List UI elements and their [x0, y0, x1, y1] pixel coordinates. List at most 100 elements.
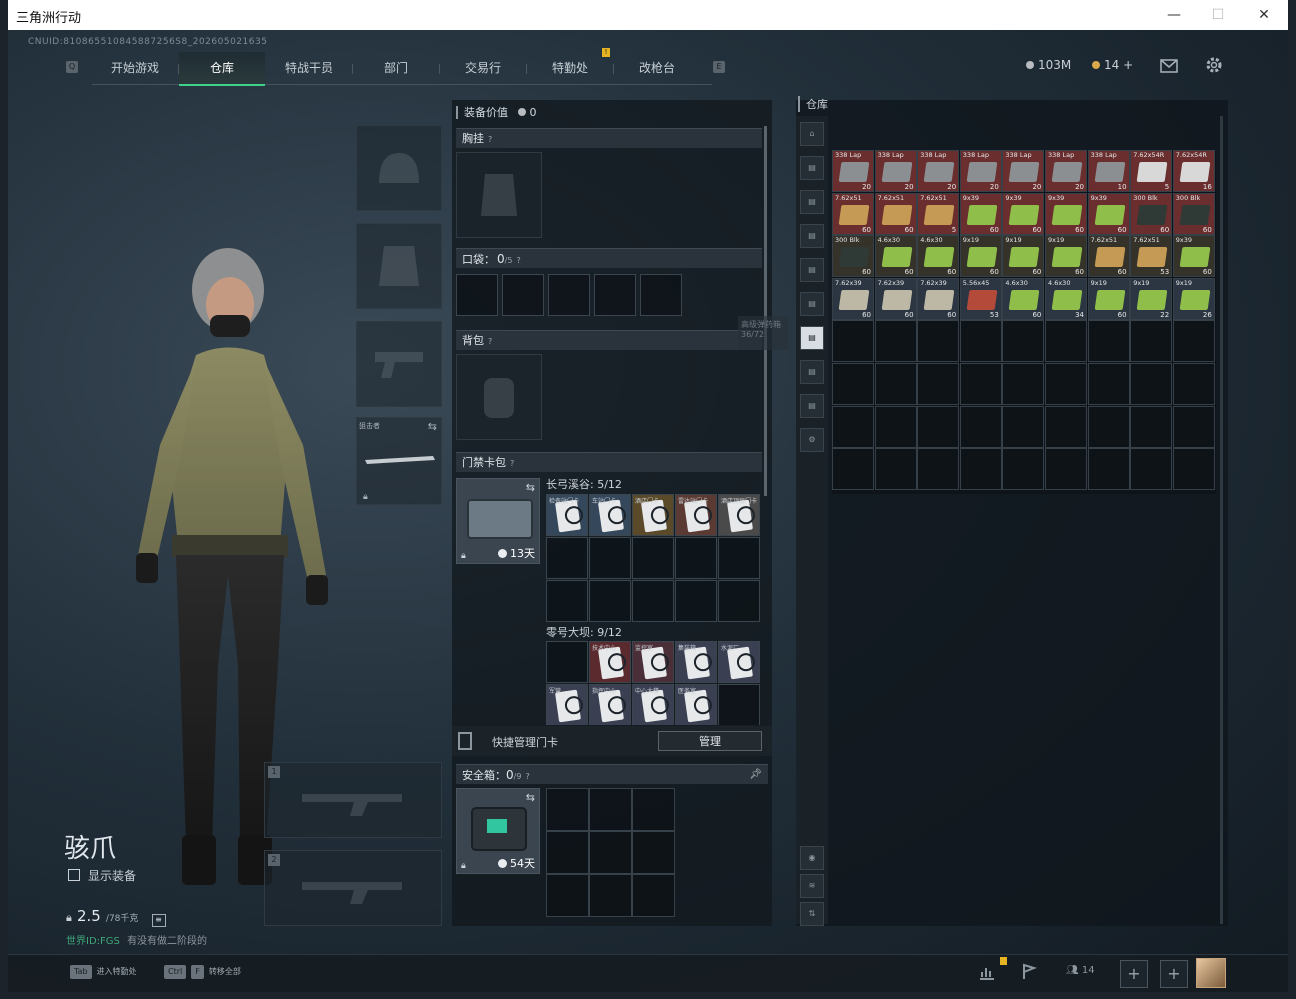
warehouse-empty-cell[interactable] — [874, 363, 917, 405]
ammo-item[interactable]: 7.62x51 53 — [1130, 235, 1173, 278]
ammo-item[interactable]: 9x39 60 — [1087, 192, 1130, 235]
warehouse-empty-cell[interactable] — [1045, 320, 1087, 363]
tab-shortcut-hint[interactable]: Tab 进入特勤处 — [70, 965, 137, 979]
keycard-item[interactable]: 车站门卡 — [589, 494, 631, 536]
keycard-empty-slot[interactable] — [546, 641, 588, 683]
flag-icon[interactable] — [1020, 963, 1038, 985]
warehouse-empty-cell[interactable] — [1172, 363, 1215, 405]
warehouse-empty-cell[interactable] — [1130, 448, 1173, 491]
keycard-bag-item[interactable]: ⇆ 🔒︎ 13天 — [456, 478, 540, 564]
sidearm-slot[interactable] — [356, 321, 442, 407]
ammo-item[interactable]: 7.62x39 60 — [917, 277, 960, 320]
ammo-item[interactable]: 338 Lap 20 — [959, 150, 1002, 192]
keycard-empty-slot[interactable] — [546, 537, 588, 579]
keycard-empty-slot[interactable] — [718, 537, 760, 579]
warehouse-empty-cell[interactable] — [1130, 320, 1173, 363]
mail-icon[interactable] — [1160, 58, 1178, 77]
warehouse-empty-cell[interactable] — [1130, 405, 1173, 448]
storage-tab-8-icon[interactable]: ▤ — [800, 394, 824, 418]
storage-tab-5-icon[interactable]: ▤ — [800, 292, 824, 316]
keycard-item[interactable]: 检查站门卡 — [546, 494, 588, 536]
storage-tab-2-icon[interactable]: ▤ — [800, 190, 824, 214]
ammo-item[interactable]: 9x39 60 — [1172, 235, 1215, 278]
sort-icon[interactable]: ⇅ — [800, 902, 824, 926]
ammo-item[interactable]: 9x19 26 — [1172, 277, 1215, 320]
ammo-item[interactable]: 9x19 22 — [1130, 277, 1173, 320]
armor-slot[interactable] — [356, 223, 442, 309]
list-icon[interactable]: ≡ — [151, 914, 166, 927]
safebox-slot[interactable] — [632, 874, 675, 917]
safebox-slot[interactable] — [546, 874, 589, 917]
invite-button[interactable]: + — [1120, 960, 1148, 988]
safebox-item[interactable]: ⇆ 🔒︎ 54天 — [456, 788, 540, 874]
keycard-item[interactable]: 军营 — [546, 684, 588, 725]
nav-next-key[interactable]: E — [713, 61, 725, 73]
friends-count[interactable]: 👥︎ 14 — [1066, 965, 1095, 976]
nav-prev-key[interactable]: Q — [66, 61, 78, 73]
warehouse-empty-cell[interactable] — [1087, 363, 1130, 405]
ammo-item[interactable]: 7.62x51 60 — [832, 192, 874, 235]
show-gear-checkbox[interactable] — [68, 869, 80, 881]
transfer-all-hint[interactable]: Ctrl F 转移全部 — [164, 965, 241, 979]
pocket-slot[interactable] — [502, 274, 544, 316]
keycard-item[interactable]: 医务室 — [675, 684, 717, 725]
ammo-item[interactable]: 9x19 60 — [1087, 277, 1130, 320]
storage-tab-3-icon[interactable]: ▤ — [800, 224, 824, 248]
primary-weapon-slot-1[interactable]: 1 — [264, 762, 442, 838]
safebox-slot[interactable] — [546, 831, 589, 874]
manage-button[interactable]: 管理 — [658, 731, 762, 751]
warehouse-empty-cell[interactable] — [874, 320, 917, 363]
ammo-item[interactable]: 338 Lap 20 — [917, 150, 960, 192]
warehouse-empty-cell[interactable] — [1045, 405, 1087, 448]
warehouse-empty-cell[interactable] — [917, 405, 960, 448]
safebox-slot[interactable] — [589, 831, 632, 874]
keycard-empty-slot[interactable] — [718, 580, 760, 622]
ammo-item[interactable]: 9x39 60 — [1045, 192, 1087, 235]
warehouse-empty-cell[interactable] — [959, 405, 1002, 448]
keycard-item[interactable]: 指挥中心 — [589, 684, 631, 725]
ammo-item[interactable]: 7.62x54R 5 — [1130, 150, 1173, 192]
ammo-item[interactable]: 4.6x30 60 — [874, 235, 917, 278]
keycard-item[interactable]: 监控室 — [632, 641, 674, 683]
safebox-slot[interactable] — [632, 831, 675, 874]
pocket-slot[interactable] — [640, 274, 682, 316]
keycard-empty-slot[interactable] — [589, 580, 631, 622]
warehouse-empty-cell[interactable] — [1045, 448, 1087, 491]
ammo-item[interactable]: 9x19 60 — [1002, 235, 1045, 278]
storage-tab-7-icon[interactable]: ▤ — [800, 360, 824, 384]
warehouse-empty-cell[interactable] — [1087, 448, 1130, 491]
warehouse-empty-cell[interactable] — [917, 363, 960, 405]
warehouse-empty-cell[interactable] — [1087, 405, 1130, 448]
storage-settings-icon[interactable]: ⚙ — [800, 428, 824, 452]
warehouse-empty-cell[interactable] — [832, 320, 874, 363]
ammo-item[interactable]: 300 Blk 60 — [1130, 192, 1173, 235]
warehouse-empty-cell[interactable] — [1172, 448, 1215, 491]
show-gear-toggle[interactable]: 显示装备 — [68, 867, 136, 884]
ammo-item[interactable]: 338 Lap 20 — [874, 150, 917, 192]
gold-currency[interactable]: 14 + — [1092, 58, 1133, 72]
pocket-slot[interactable] — [548, 274, 590, 316]
keycard-empty-slot[interactable] — [632, 537, 674, 579]
warehouse-empty-cell[interactable] — [874, 448, 917, 491]
warehouse-all-icon[interactable]: ⌂ — [800, 122, 824, 146]
gear-icon[interactable] — [1205, 56, 1223, 78]
safebox-slot[interactable] — [632, 788, 675, 831]
helmet-slot[interactable] — [356, 125, 442, 211]
keycard-empty-slot[interactable] — [718, 684, 760, 725]
tab-special-ops[interactable]: 特勤处 — [527, 52, 613, 84]
warehouse-empty-cell[interactable] — [1172, 405, 1215, 448]
warehouse-empty-cell[interactable] — [1002, 405, 1045, 448]
stats-icon[interactable] — [978, 963, 996, 985]
tab-market[interactable]: 交易行 — [440, 52, 526, 84]
keycard-empty-slot[interactable] — [589, 537, 631, 579]
swap-icon[interactable]: ⇆ — [526, 481, 535, 494]
keycard-item[interactable]: 集装箱 — [675, 641, 717, 683]
keycard-item[interactable]: 中心大楼 — [632, 684, 674, 725]
tab-operators[interactable]: 特战干员 — [266, 52, 352, 84]
avatar[interactable] — [1196, 958, 1226, 988]
warehouse-empty-cell[interactable] — [1172, 320, 1215, 363]
ammo-item[interactable]: 7.62x51 5 — [917, 192, 960, 235]
warehouse-empty-cell[interactable] — [959, 448, 1002, 491]
warehouse-empty-cell[interactable] — [1002, 363, 1045, 405]
warehouse-empty-cell[interactable] — [832, 363, 874, 405]
